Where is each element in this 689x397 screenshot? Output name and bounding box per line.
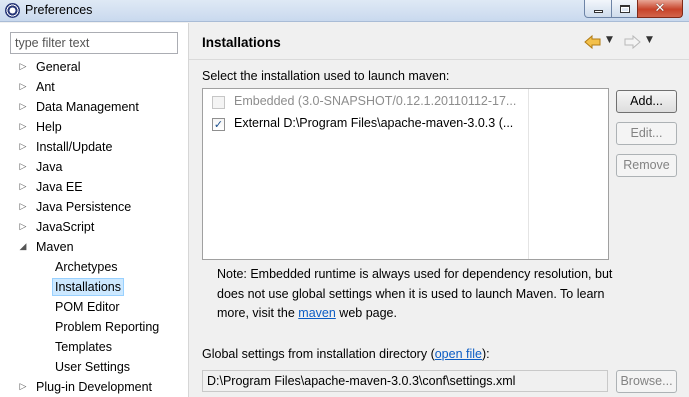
note-text-end: web page. [335,306,397,320]
collapsed-arrow-icon[interactable]: ▷ [18,198,28,216]
note-text: Note: Embedded runtime is always used fo… [217,267,613,320]
collapsed-arrow-icon[interactable]: ▷ [18,138,28,156]
close-icon: ✕ [654,1,666,16]
collapsed-arrow-icon[interactable]: ▷ [18,218,28,236]
title-bar: Preferences ✕ [0,0,689,22]
installations-list[interactable]: Embedded (3.0-SNAPSHOT/0.12.1.20110112-1… [202,88,609,260]
global-settings-path-field: D:\Program Files\apache-maven-3.0.3\conf… [202,370,608,392]
collapsed-arrow-icon[interactable]: ▷ [18,58,28,76]
window-title: Preferences [25,3,93,17]
back-history-dropdown-icon[interactable]: ▼ [606,35,613,45]
page-title: Installations [202,35,281,50]
forward-arrow-icon [624,34,641,50]
back-arrow-icon[interactable] [584,34,602,50]
external-checkbox[interactable]: ✓ [212,118,225,131]
maximize-button[interactable] [611,0,638,18]
tree-item-label: Maven [36,240,74,254]
tree-item-label: Archetypes [55,260,118,274]
tree-item-label: POM Editor [55,300,120,314]
maximize-icon [619,4,630,13]
minimize-icon [593,10,603,13]
tree-item-label: JavaScript [36,220,95,234]
edit-button[interactable]: Edit... [616,122,677,145]
browse-button[interactable]: Browse... [616,370,677,393]
expanded-arrow-icon[interactable]: ◢ [18,238,28,256]
collapsed-arrow-icon[interactable]: ▷ [18,378,28,396]
maven-link[interactable]: maven [298,306,336,320]
collapsed-arrow-icon[interactable]: ▷ [18,118,28,136]
tree-item-label: Install/Update [36,140,113,154]
remove-button[interactable]: Remove [616,154,677,177]
close-button[interactable]: ✕ [637,0,683,18]
preferences-nav-panel: ▷ General ▷ Ant ▷ Data Management ▷ Help ▷ Instal… [0,23,188,397]
installations-page: Installations ▼ ▼ Select the installatio… [189,23,689,397]
installation-row-embedded[interactable]: Embedded (3.0-SNAPSHOT/0.12.1.20110112-1… [203,92,527,112]
installation-prompt-label: Select the installation used to launch m… [202,69,450,83]
tree-item-label: Problem Reporting [55,320,160,334]
embedded-checkbox[interactable] [212,96,225,109]
tree-item-label: User Settings [55,360,131,374]
global-settings-label: Global settings from installation direct… [202,347,490,361]
collapsed-arrow-icon[interactable]: ▷ [18,78,28,96]
tree-item-label: Templates [55,340,112,354]
collapsed-arrow-icon[interactable]: ▷ [18,158,28,176]
filter-input[interactable] [10,32,178,54]
collapsed-arrow-icon[interactable]: ▷ [18,178,28,196]
column-separator [528,89,529,259]
tree-item-label: Data Management [36,100,139,114]
installation-label: External D:\Program Files\apache-maven-3… [234,116,514,130]
global-settings-text: Global settings from installation direct… [202,347,435,361]
add-button[interactable]: Add... [616,90,677,113]
tree-item-label: General [36,60,81,74]
embedded-runtime-note: Note: Embedded runtime is always used fo… [217,265,617,324]
header-separator [189,59,689,60]
tree-item-label: Help [36,120,62,134]
tree-item-label: Plug-in Development [36,380,153,394]
eclipse-icon [5,3,20,18]
open-file-link[interactable]: open file [435,347,482,361]
tree-item-label: Ant [36,80,55,94]
global-settings-text-end: ): [482,347,490,361]
tree-item-label: Java Persistence [36,200,132,214]
tree-item-label: Installations [52,278,125,296]
tree-item-label: Java EE [36,180,83,194]
view-menu-icon[interactable]: ▼ [646,35,653,45]
collapsed-arrow-icon[interactable]: ▷ [18,98,28,116]
tree-item-label: Java [36,160,63,174]
installation-row-external[interactable]: ✓ External D:\Program Files\apache-maven… [203,114,527,134]
minimize-button[interactable] [584,0,612,18]
installation-label: Embedded (3.0-SNAPSHOT/0.12.1.20110112-1… [234,94,517,108]
